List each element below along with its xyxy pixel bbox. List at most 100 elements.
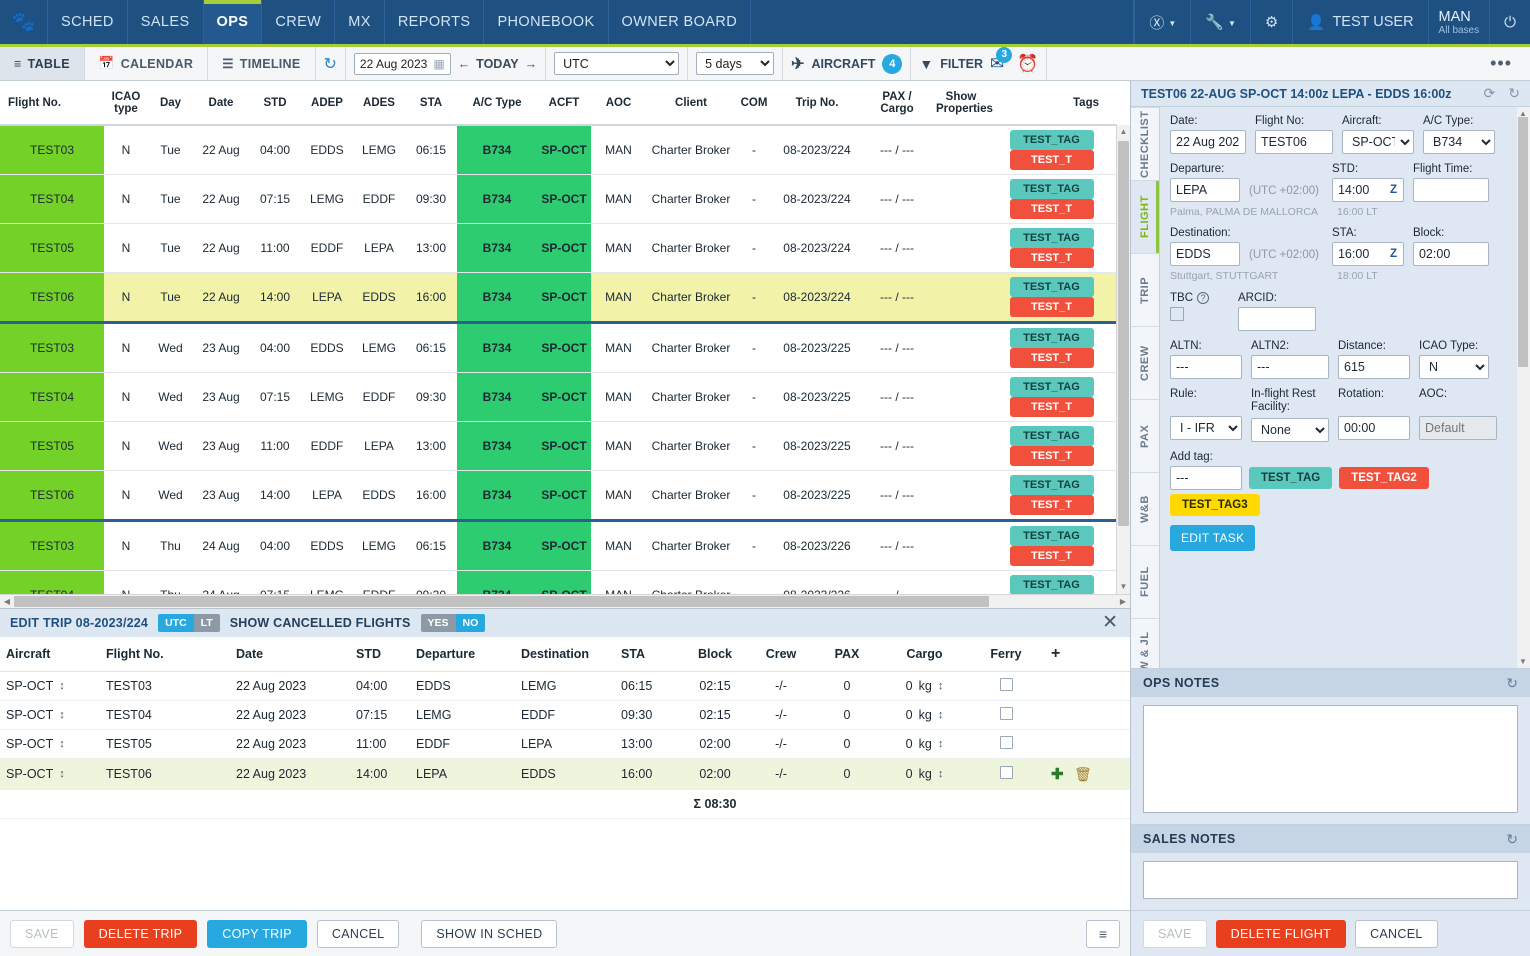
app-logo-icon[interactable]: 🐾 bbox=[0, 0, 48, 44]
col-date[interactable]: Date bbox=[193, 81, 249, 125]
ferry-checkbox[interactable] bbox=[1000, 766, 1013, 779]
col-pax-cargo[interactable]: PAX / Cargo bbox=[862, 81, 932, 125]
nav-item-reports[interactable]: REPORTS bbox=[385, 0, 485, 44]
flight-table-vertical-scrollbar[interactable]: ▲ ▼ bbox=[1116, 125, 1130, 594]
arcid-input[interactable] bbox=[1238, 307, 1316, 331]
col-client[interactable]: Client bbox=[646, 81, 736, 125]
timezone-select[interactable]: UTC bbox=[554, 52, 679, 75]
mail-button[interactable]: ✉ 3 bbox=[990, 54, 1004, 74]
tab-trip[interactable]: TRIP bbox=[1131, 253, 1159, 326]
delete-flight-icon[interactable]: 🗑 bbox=[1074, 766, 1092, 782]
save-trip-button[interactable]: SAVE bbox=[10, 920, 74, 948]
flight-tag-chip[interactable]: TEST_TAG bbox=[1010, 277, 1094, 297]
tag-chip-3[interactable]: TEST_TAG3 bbox=[1170, 494, 1260, 516]
trip-aircraft-cell[interactable]: SP-OCT↕ bbox=[0, 730, 100, 759]
ac-type-select[interactable]: B734 bbox=[1423, 130, 1495, 154]
stepper-icon[interactable]: ↕ bbox=[938, 709, 944, 721]
trip-col-add[interactable]: + bbox=[1045, 637, 1130, 672]
scroll-right-arrow-icon[interactable]: ▶ bbox=[1116, 595, 1130, 608]
table-row[interactable]: TEST04NTue22 Aug07:15LEMGEDDF09:30B734SP… bbox=[0, 175, 1117, 224]
trip-cargo-cell[interactable]: 0kg↕ bbox=[882, 701, 967, 730]
scroll-down-arrow-icon[interactable]: ▼ bbox=[1517, 655, 1529, 668]
more-options-icon[interactable]: ••• bbox=[1480, 53, 1522, 74]
flight-time-input[interactable] bbox=[1413, 178, 1489, 202]
stepper-icon[interactable]: ↕ bbox=[938, 768, 944, 780]
destination-input[interactable] bbox=[1170, 242, 1240, 266]
ferry-checkbox[interactable] bbox=[1000, 736, 1013, 749]
flight-tag-chip[interactable]: TEST_TAG bbox=[1010, 130, 1094, 150]
filter-button[interactable]: ▼ FILTER bbox=[919, 56, 983, 72]
delete-flight-button[interactable]: DELETE FLIGHT bbox=[1216, 920, 1346, 948]
ops-notes-textarea[interactable] bbox=[1143, 705, 1518, 813]
trip-cargo-cell[interactable]: 0kg↕ bbox=[882, 759, 967, 790]
rest-facility-select[interactable]: None bbox=[1251, 418, 1329, 442]
view-tab-calendar[interactable]: 📅 CALENDAR bbox=[85, 47, 208, 80]
tab-checklist[interactable]: CHECKLIST bbox=[1131, 107, 1159, 180]
tag-chip-1[interactable]: TEST_TAG bbox=[1249, 467, 1332, 489]
user-menu[interactable]: 👤 TEST USER bbox=[1292, 0, 1427, 44]
scroll-thumb[interactable] bbox=[14, 596, 989, 607]
std-input[interactable] bbox=[1332, 178, 1404, 202]
tab-fuel[interactable]: FUEL bbox=[1131, 545, 1159, 618]
tab-flight[interactable]: FLIGHT bbox=[1131, 180, 1159, 253]
icao-type-select[interactable]: N bbox=[1419, 355, 1489, 379]
tag-chip-2[interactable]: TEST_TAG2 bbox=[1339, 467, 1429, 489]
scroll-thumb[interactable] bbox=[1118, 141, 1129, 526]
show-in-sched-button[interactable]: SHOW IN SCHED bbox=[421, 920, 557, 948]
toggle-lt[interactable]: LT bbox=[194, 614, 220, 632]
close-icon[interactable]: ✕ bbox=[1102, 613, 1118, 632]
logout-power-icon[interactable]: ⏻ bbox=[1489, 0, 1530, 44]
prev-arrow-icon[interactable]: ← bbox=[458, 57, 471, 71]
date-input[interactable] bbox=[1170, 130, 1246, 154]
flight-tag-chip[interactable]: TEST_T bbox=[1010, 297, 1094, 317]
ferry-checkbox[interactable] bbox=[1000, 678, 1013, 691]
toggle-no[interactable]: NO bbox=[456, 614, 486, 632]
trip-ferry-cell[interactable] bbox=[967, 701, 1045, 730]
range-select[interactable]: 5 days bbox=[696, 52, 774, 75]
flight-table-horizontal-scrollbar[interactable]: ◀ ▶ bbox=[0, 594, 1130, 608]
trip-aircraft-cell[interactable]: SP-OCT↕ bbox=[0, 672, 100, 701]
add-tag-input[interactable] bbox=[1170, 466, 1242, 490]
flight-tag-chip[interactable]: TEST_T bbox=[1010, 348, 1094, 368]
col-ades[interactable]: ADES bbox=[353, 81, 405, 125]
aircraft-select[interactable]: SP-OCT bbox=[1342, 130, 1414, 154]
col-show-properties[interactable]: Show Properties bbox=[932, 81, 990, 125]
flight-tag-chip[interactable]: TEST_TAG bbox=[1010, 328, 1094, 348]
show-cancelled-toggle[interactable]: YES NO bbox=[421, 614, 486, 632]
trip-cargo-cell[interactable]: 0kg↕ bbox=[882, 672, 967, 701]
nav-item-phonebook[interactable]: PHONEBOOK bbox=[484, 0, 608, 44]
tab-fwjl[interactable]: FW & JL bbox=[1131, 618, 1159, 668]
trip-ferry-cell[interactable] bbox=[967, 730, 1045, 759]
today-navigator[interactable]: ← TODAY → bbox=[458, 57, 537, 71]
stepper-icon[interactable]: ↕ bbox=[938, 738, 944, 750]
ferry-checkbox[interactable] bbox=[1000, 707, 1013, 720]
departure-input[interactable] bbox=[1170, 178, 1240, 202]
col-adep[interactable]: ADEP bbox=[301, 81, 353, 125]
cancel-flight-button[interactable]: CANCEL bbox=[1355, 920, 1438, 948]
date-picker[interactable]: 22 Aug 2023 ▦ bbox=[354, 53, 451, 75]
col-tags[interactable]: Tags bbox=[990, 81, 1117, 125]
nav-item-owner-board[interactable]: OWNER BOARD bbox=[609, 0, 752, 44]
flight-tag-chip[interactable]: TEST_T bbox=[1010, 446, 1094, 466]
toggle-utc[interactable]: UTC bbox=[158, 614, 194, 632]
col-ac-type[interactable]: A/C Type bbox=[457, 81, 537, 125]
help-icon[interactable]: ? bbox=[1197, 292, 1209, 304]
delete-trip-button[interactable]: DELETE TRIP bbox=[84, 920, 198, 948]
altn-input[interactable] bbox=[1170, 355, 1242, 379]
base-selector[interactable]: MAN All bases bbox=[1428, 0, 1490, 44]
aoc-input[interactable] bbox=[1419, 416, 1497, 440]
table-row[interactable]: TEST03NThu24 Aug04:00EDDSLEMG06:15B734SP… bbox=[0, 521, 1117, 571]
history-icon[interactable]: ↻ bbox=[1506, 675, 1518, 692]
form-vertical-scrollbar[interactable]: ▲ ▼ bbox=[1517, 107, 1530, 668]
refresh-icon[interactable]: ↻ bbox=[324, 54, 337, 74]
table-row[interactable]: SP-OCT↕TEST0322 Aug 202304:00EDDSLEMG06:… bbox=[0, 672, 1130, 701]
col-day[interactable]: Day bbox=[148, 81, 193, 125]
stepper-icon[interactable]: ↕ bbox=[59, 738, 65, 750]
altn2-input[interactable] bbox=[1251, 355, 1329, 379]
trip-aircraft-cell[interactable]: SP-OCT↕ bbox=[0, 701, 100, 730]
scroll-left-arrow-icon[interactable]: ◀ bbox=[0, 595, 14, 608]
table-row[interactable]: SP-OCT↕TEST0622 Aug 202314:00LEPAEDDS16:… bbox=[0, 759, 1130, 790]
block-input[interactable] bbox=[1413, 242, 1489, 266]
nav-item-sales[interactable]: SALES bbox=[128, 0, 204, 44]
flight-tag-chip[interactable]: TEST_TAG bbox=[1010, 475, 1094, 495]
